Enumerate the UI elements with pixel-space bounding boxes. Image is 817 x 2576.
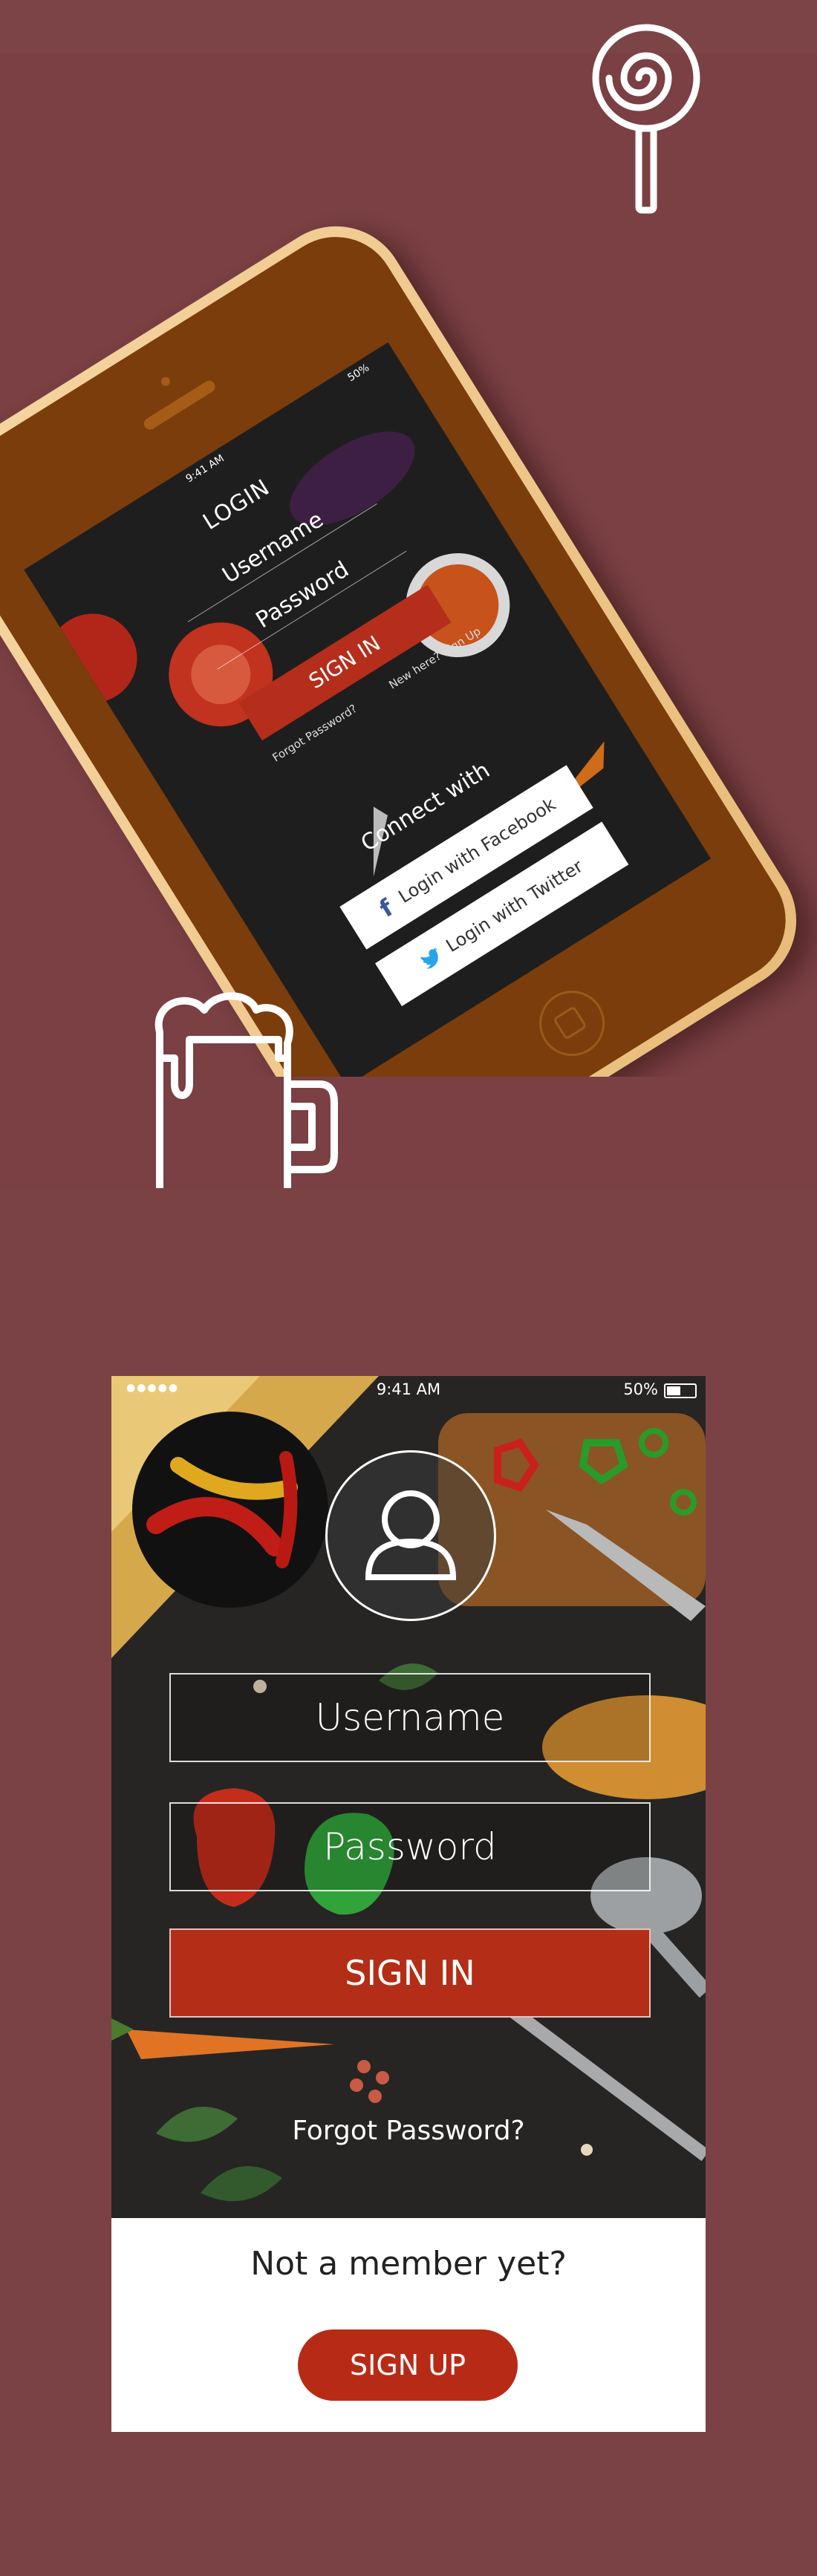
status-battery: 50%	[623, 1380, 658, 1398]
food-background	[48, 431, 605, 877]
status-bar: ●●●●● 9:41 AM 50%	[111, 1376, 706, 1401]
phone-body: 9:41 AM 50% LOGIN Username Password SIGN…	[0, 214, 809, 1077]
not-member-label: Not a member yet?	[250, 2245, 567, 2283]
phone-speaker	[141, 378, 218, 432]
status-time: 9:41 AM	[376, 1380, 441, 1398]
membership-panel: Not a member yet? SIGN UP	[111, 2218, 706, 2432]
phone-camera	[159, 375, 172, 388]
avatar	[325, 1450, 496, 1621]
login-screen: ●●●●● 9:41 AM 50% Username Password SIGN…	[111, 1376, 706, 2432]
forgot-password-link[interactable]: Forgot Password?	[111, 2116, 706, 2146]
username-input[interactable]: Username	[169, 1673, 651, 1762]
battery-icon	[664, 1383, 697, 1398]
twitter-icon	[420, 947, 439, 969]
signin-button[interactable]: SIGN IN	[169, 1928, 651, 2018]
signup-button[interactable]: SIGN UP	[298, 2329, 518, 2401]
phone-mockup-area: 9:41 AM 50% LOGIN Username Password SIGN…	[0, 0, 817, 1077]
password-input[interactable]: Password	[169, 1802, 651, 1891]
user-avatar-icon	[365, 1490, 457, 1580]
beer-mug-icon	[154, 992, 338, 1199]
facebook-icon: f	[374, 893, 399, 923]
food-photo-background: ●●●●● 9:41 AM 50% Username Password SIGN…	[111, 1376, 706, 2218]
tilted-phone: 9:41 AM 50% LOGIN Username Password SIGN…	[0, 199, 817, 1077]
phone-screen: 9:41 AM 50% LOGIN Username Password SIGN…	[24, 342, 712, 1077]
